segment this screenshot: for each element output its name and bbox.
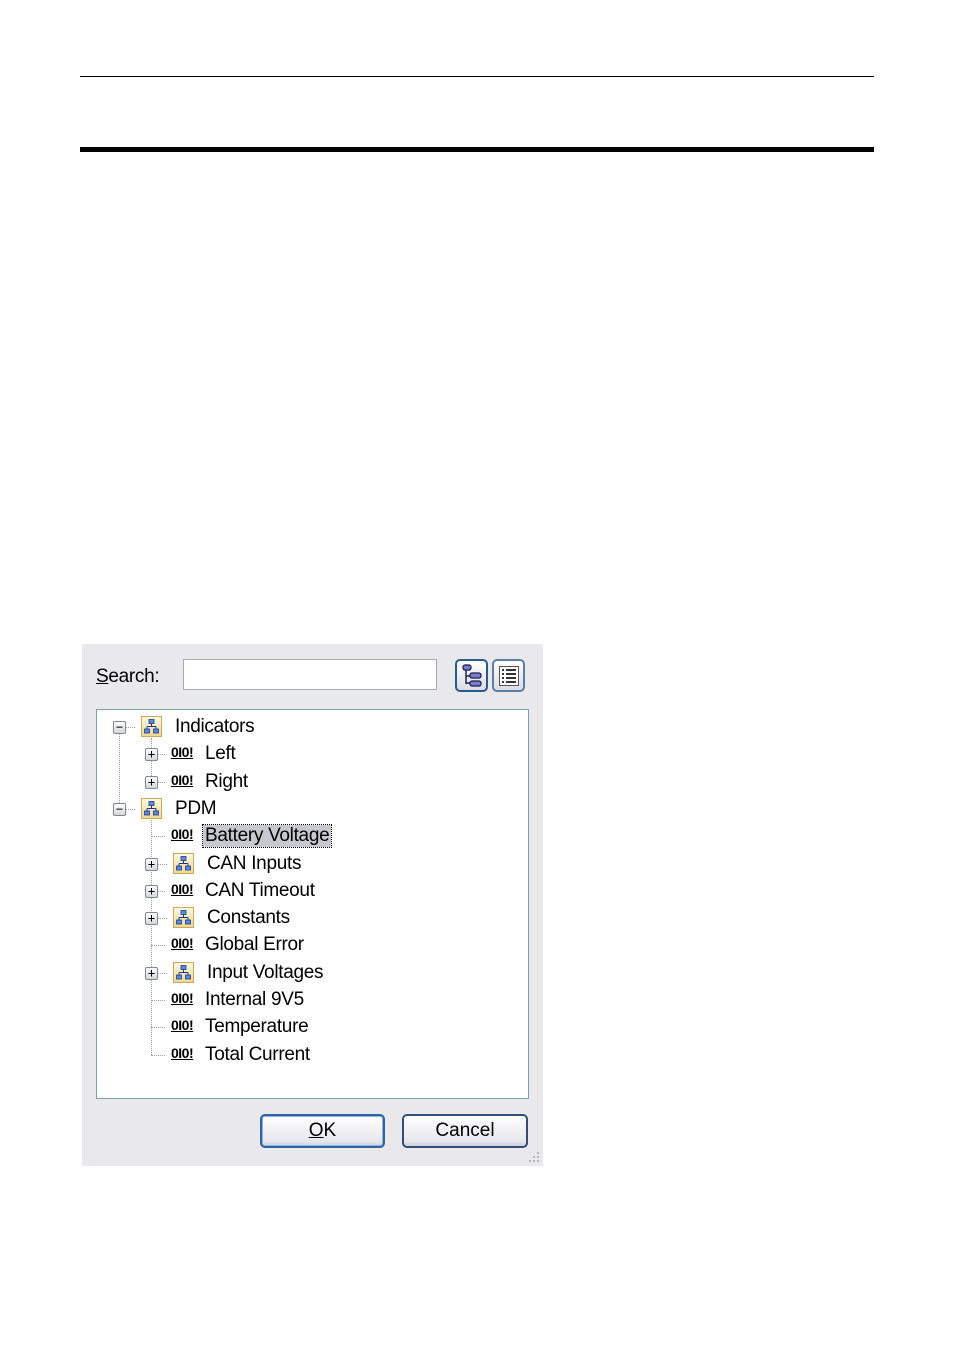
tree-connector: [151, 945, 165, 947]
tree-node-right[interactable]: +0I0! Right: [97, 769, 528, 795]
tree-node-total-current[interactable]: 0I0! Total Current: [97, 1042, 528, 1068]
tree-node-internal-9v5[interactable]: 0I0! Internal 9V5: [97, 987, 528, 1013]
tree-node-label[interactable]: Temperature: [203, 1016, 310, 1038]
signal-icon: 0I0!: [171, 1017, 194, 1034]
folder-icon: [141, 797, 162, 819]
ok-button[interactable]: OK: [260, 1114, 385, 1148]
signal-icon: 0I0!: [171, 990, 194, 1006]
search-label-text: earch:: [108, 666, 160, 687]
search-accesskey: S: [96, 666, 109, 687]
expand-icon[interactable]: +: [145, 912, 158, 926]
tree-view-button[interactable]: [455, 659, 488, 692]
header-rule-thin: [80, 76, 874, 77]
expand-icon[interactable]: +: [145, 775, 158, 789]
list-view-button[interactable]: [492, 659, 525, 692]
expand-icon[interactable]: +: [145, 966, 158, 980]
tree-node-input-voltages[interactable]: + Input Voltages: [97, 960, 528, 986]
tree-node-label[interactable]: CAN Timeout: [203, 880, 317, 902]
tree-node-left[interactable]: +0I0! Left: [97, 741, 528, 767]
ok-accesskey: O: [308, 1120, 324, 1141]
tree-node-label[interactable]: CAN Inputs: [205, 853, 303, 875]
tree-connector: [151, 1027, 165, 1029]
collapse-icon[interactable]: −: [113, 721, 126, 734]
signal-icon: 0I0!: [171, 744, 194, 761]
folder-icon: [173, 961, 194, 983]
tree-connector: [151, 1000, 165, 1001]
signal-icon: 0I0!: [171, 880, 194, 897]
cancel-button[interactable]: Cancel: [402, 1114, 528, 1148]
signal-icon: 0I0!: [171, 1044, 194, 1061]
tree-node-label[interactable]: Internal 9V5: [203, 989, 306, 1011]
signal-picker-dialog: Search: − Indicators +0I0! Left +0I0! Right − P…: [82, 644, 543, 1166]
expand-icon[interactable]: +: [145, 748, 158, 762]
tree-node-can-timeout[interactable]: +0I0! CAN Timeout: [97, 878, 528, 904]
collapse-icon[interactable]: −: [113, 802, 126, 816]
signal-icon: 0I0!: [171, 935, 194, 952]
folder-icon: [173, 852, 194, 874]
tree-node-label[interactable]: Battery Voltage: [201, 824, 333, 849]
expand-icon[interactable]: +: [145, 884, 158, 898]
expand-icon[interactable]: +: [145, 857, 158, 871]
ok-label: K: [323, 1120, 337, 1141]
tree-node-global-error[interactable]: 0I0! Global Error: [97, 932, 528, 958]
tree-node-label[interactable]: Global Error: [203, 934, 306, 956]
tree-node-label[interactable]: Total Current: [203, 1044, 312, 1066]
tree-node-label[interactable]: Right: [203, 771, 250, 793]
signal-tree[interactable]: − Indicators +0I0! Left +0I0! Right − PDM 0I0! Ba…: [96, 709, 529, 1099]
tree-node-label[interactable]: Constants: [205, 907, 292, 929]
tree-node-can-inputs[interactable]: + CAN Inputs: [97, 851, 528, 877]
tree-node-battery-voltage[interactable]: 0I0! Battery Voltage: [97, 823, 528, 849]
tree-node-constants[interactable]: + Constants: [97, 905, 528, 931]
tree-node-indicators[interactable]: − Indicators: [97, 714, 528, 740]
signal-icon: 0I0!: [171, 771, 194, 788]
tree-node-label[interactable]: PDM: [173, 798, 218, 820]
tree-node-pdm[interactable]: − PDM: [97, 796, 528, 822]
list-view-icon: [498, 665, 519, 686]
signal-icon: 0I0!: [171, 826, 194, 843]
tree-connector: [151, 836, 165, 838]
search-input[interactable]: [183, 659, 437, 690]
tree-connector: [151, 1054, 165, 1056]
tree-view-icon: [461, 663, 482, 687]
resize-grip[interactable]: [527, 1150, 541, 1164]
tree-node-label[interactable]: Indicators: [173, 716, 256, 738]
folder-icon: [173, 907, 194, 929]
header-rule-thick: [80, 147, 874, 152]
folder-icon: [141, 716, 162, 737]
tree-node-label[interactable]: Left: [203, 743, 238, 765]
tree-node-temperature[interactable]: 0I0! Temperature: [97, 1014, 528, 1040]
tree-node-label[interactable]: Input Voltages: [205, 962, 325, 984]
search-label: Search:: [96, 666, 160, 688]
